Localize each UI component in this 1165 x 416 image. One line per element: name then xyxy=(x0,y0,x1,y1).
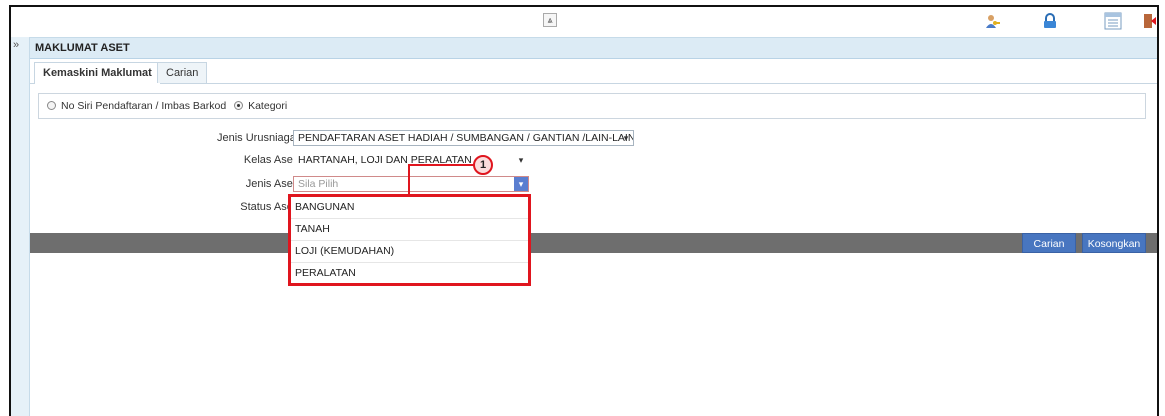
expand-sidebar-icon[interactable]: » xyxy=(13,39,19,51)
dropdown-option-peralatan[interactable]: PERALATAN xyxy=(291,263,528,284)
sidebar-strip[interactable]: » xyxy=(11,37,30,416)
app-frame: ⩓ » MAKLUMAT ASET Kemaskini Maklumat Car… xyxy=(9,5,1159,416)
jenis-aset-dropdown-list: BANGUNAN TANAH LOJI (KEMUDAHAN) PERALATA… xyxy=(288,194,531,286)
radio-no-siri-label: No Siri Pendaftaran / Imbas Barkod xyxy=(61,100,227,112)
jenis-urusniaga-value: PENDAFTARAN ASET HADIAH / SUMBANGAN / GA… xyxy=(298,132,634,144)
calendar-list-icon[interactable] xyxy=(1104,12,1122,30)
chevron-down-icon: ▾ xyxy=(623,133,629,143)
lock-icon[interactable] xyxy=(1042,13,1058,29)
radio-kategori-label: Kategori xyxy=(248,100,288,112)
user-key-icon[interactable] xyxy=(985,13,1001,29)
tab-bar: Kemaskini Maklumat Carian xyxy=(30,59,1157,84)
panel-title: MAKLUMAT ASET xyxy=(30,37,1157,59)
jenis-aset-select[interactable]: Sila Pilih ▾ xyxy=(293,176,529,192)
main-panel: MAKLUMAT ASET Kemaskini Maklumat Carian … xyxy=(30,37,1157,416)
dropdown-option-bangunan[interactable]: BANGUNAN xyxy=(291,197,528,219)
kosongkan-button[interactable]: Kosongkan xyxy=(1082,233,1146,253)
jenis-urusniaga-label: Jenis Urusniaga : xyxy=(217,132,302,144)
radio-kategori[interactable] xyxy=(234,101,244,110)
tab-kemaskini-maklumat[interactable]: Kemaskini Maklumat xyxy=(34,62,161,84)
search-mode-group: No Siri Pendaftaran / Imbas Barkod Kateg… xyxy=(38,93,1146,119)
callout-connector-vertical xyxy=(408,164,410,194)
dropdown-option-loji[interactable]: LOJI (KEMUDAHAN) xyxy=(291,241,528,263)
chevron-down-icon: ▾ xyxy=(514,177,528,191)
radio-no-siri[interactable] xyxy=(47,101,56,110)
top-toolbar: ⩓ xyxy=(11,7,1157,38)
jenis-urusniaga-select[interactable]: PENDAFTARAN ASET HADIAH / SUMBANGAN / GA… xyxy=(293,130,634,146)
dropdown-option-tanah[interactable]: TANAH xyxy=(291,219,528,241)
action-bar xyxy=(30,233,1157,253)
callout-connector-horizontal xyxy=(408,164,474,166)
chevron-down-icon: ▾ xyxy=(518,155,524,165)
annotation-marker: 1 xyxy=(473,155,493,175)
tab-carian[interactable]: Carian xyxy=(157,62,208,83)
carian-button[interactable]: Carian xyxy=(1022,233,1076,253)
exit-icon[interactable] xyxy=(1144,13,1156,29)
jenis-aset-placeholder: Sila Pilih xyxy=(298,178,339,190)
collapse-header-button[interactable]: ⩓ xyxy=(543,13,557,27)
